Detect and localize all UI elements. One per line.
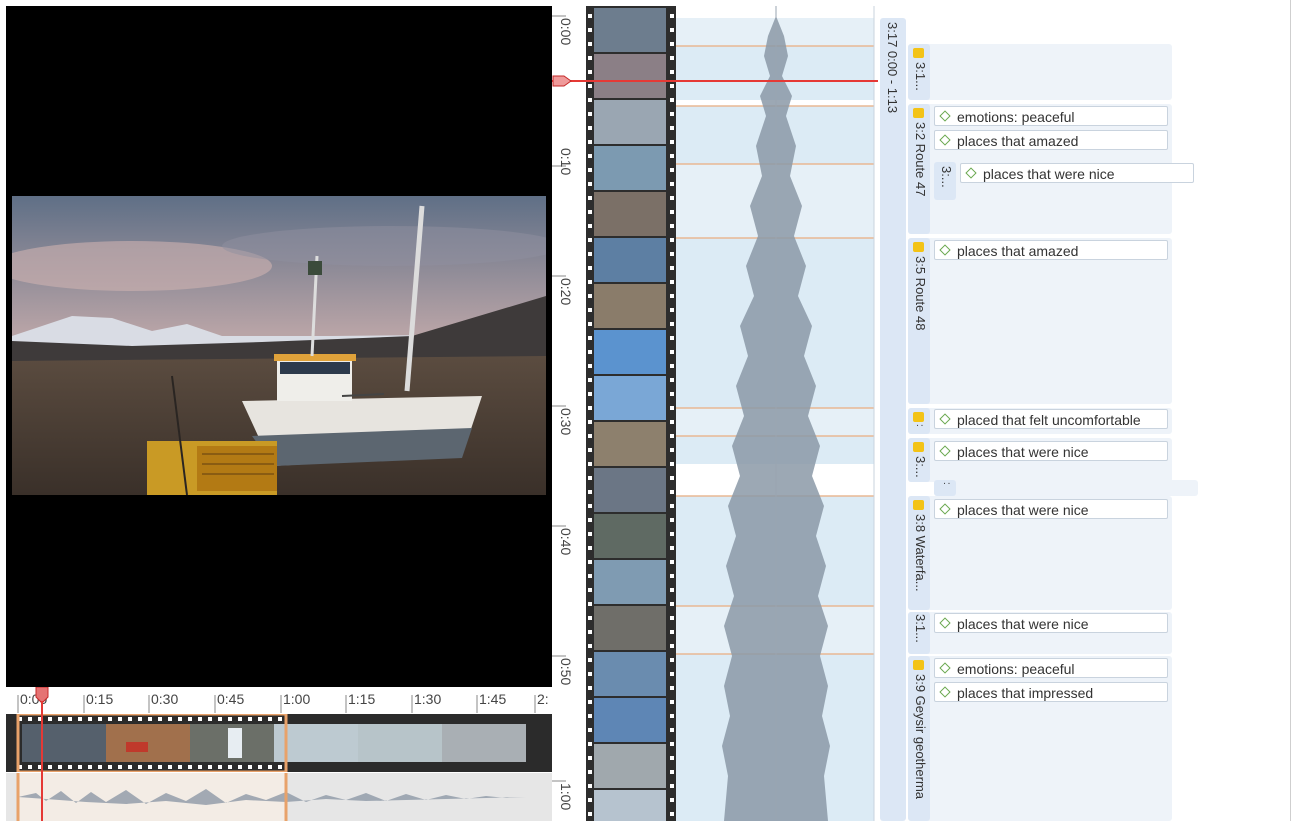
- code-label: places that were nice: [983, 166, 1115, 182]
- timeline-tick: 0:00: [558, 18, 574, 46]
- memo-icon: [913, 108, 924, 118]
- memo-icon: [913, 442, 924, 452]
- code-label: placed that felt uncomfortable: [957, 412, 1141, 428]
- memo-icon: [913, 500, 924, 510]
- quotation-segment[interactable]: [934, 480, 1198, 496]
- overview-timeline[interactable]: 0:00 0:15 0:30 0:45 1:00 1:15 1:30 1:45 …: [6, 687, 552, 821]
- code-diamond-icon: [939, 244, 951, 256]
- timeline-tick: 0:50: [558, 658, 574, 686]
- quotation-label: :: [914, 424, 925, 427]
- code-label: places that were nice: [957, 616, 1089, 632]
- timeline-tick: 0:10: [558, 148, 574, 176]
- quotation-segment[interactable]: [908, 44, 1172, 100]
- memo-icon: [913, 412, 924, 422]
- code-tag[interactable]: places that were nice: [934, 441, 1168, 461]
- code-diamond-icon: [939, 662, 951, 674]
- quotation-segment[interactable]: [908, 238, 1172, 404]
- code-label: places that amazed: [957, 243, 1079, 259]
- code-label: emotions: peaceful: [957, 661, 1075, 677]
- memo-icon: [913, 660, 924, 670]
- code-tag[interactable]: places that impressed: [934, 682, 1168, 702]
- code-diamond-icon: [939, 617, 951, 629]
- timeline-tick: 0:40: [558, 528, 574, 556]
- timeline-ruler[interactable]: 0:00 0:10 0:20 0:30 0:40 0:50 1:00: [552, 6, 586, 821]
- code-diamond-icon: [939, 445, 951, 457]
- code-tag[interactable]: places that amazed: [934, 130, 1168, 150]
- code-diamond-icon: [965, 167, 977, 179]
- quotation-label: 3:1...: [913, 62, 928, 91]
- quotation-label: 3:...: [939, 166, 954, 188]
- timeline-tick: 0:30: [558, 408, 574, 436]
- timeline-tick: 0:20: [558, 278, 574, 306]
- video-frame: [12, 196, 546, 495]
- quotation-label: 3:2 Route 47: [913, 122, 928, 197]
- timeline-playhead[interactable]: [552, 80, 878, 82]
- code-tag[interactable]: places that were nice: [934, 613, 1168, 633]
- panel-border: [1290, 0, 1291, 821]
- code-diamond-icon: [939, 413, 951, 425]
- quotation-segment[interactable]: [908, 656, 1172, 821]
- code-tag[interactable]: emotions: peaceful: [934, 106, 1168, 126]
- code-diamond-icon: [939, 110, 951, 122]
- overview-filmstrip[interactable]: [6, 712, 552, 774]
- overview-ruler[interactable]: 0:00 0:15 0:30 0:45 1:00 1:15 1:30 1:45 …: [6, 687, 552, 713]
- video-player[interactable]: [6, 6, 552, 687]
- code-diamond-icon: [939, 686, 951, 698]
- memo-icon: [913, 48, 924, 58]
- memo-icon: [913, 242, 924, 252]
- overview-waveform[interactable]: [6, 773, 552, 821]
- code-diamond-icon: [939, 134, 951, 146]
- code-label: places that amazed: [957, 133, 1079, 149]
- quotation-label: :: [941, 482, 952, 485]
- code-label: places that impressed: [957, 685, 1094, 701]
- overview-playhead[interactable]: [32, 687, 52, 821]
- code-tag[interactable]: placed that felt uncomfortable: [934, 409, 1168, 429]
- code-label: emotions: peaceful: [957, 109, 1075, 125]
- code-tag[interactable]: places that were nice: [934, 499, 1168, 519]
- audio-waveform[interactable]: [676, 6, 878, 821]
- document-segment-column[interactable]: [880, 18, 906, 821]
- playhead-marker-icon[interactable]: [552, 75, 572, 87]
- code-label: places that were nice: [957, 444, 1089, 460]
- timeline-tick: 1:00: [558, 783, 574, 811]
- code-label: places that were nice: [957, 502, 1089, 518]
- vertical-filmstrip[interactable]: [586, 6, 676, 821]
- document-segment-label: 3:17 0:00 - 1:13: [885, 22, 900, 114]
- code-tag[interactable]: emotions: peaceful: [934, 658, 1168, 678]
- quotation-label: 3:9 Geysir geotherma: [913, 674, 928, 800]
- coding-panel[interactable]: 3:17 0:00 - 1:13 3:1... 3:2 Route 47 emo…: [878, 6, 1293, 821]
- code-tag[interactable]: places that were nice: [960, 163, 1194, 183]
- code-diamond-icon: [939, 503, 951, 515]
- quotation-label: 3:8 Waterfa...: [913, 514, 928, 592]
- code-tag[interactable]: places that amazed: [934, 240, 1168, 260]
- quotation-label: 3:...: [913, 456, 928, 478]
- quotation-label: 3:1...: [913, 614, 928, 643]
- quotation-label: 3:5 Route 48: [913, 256, 928, 331]
